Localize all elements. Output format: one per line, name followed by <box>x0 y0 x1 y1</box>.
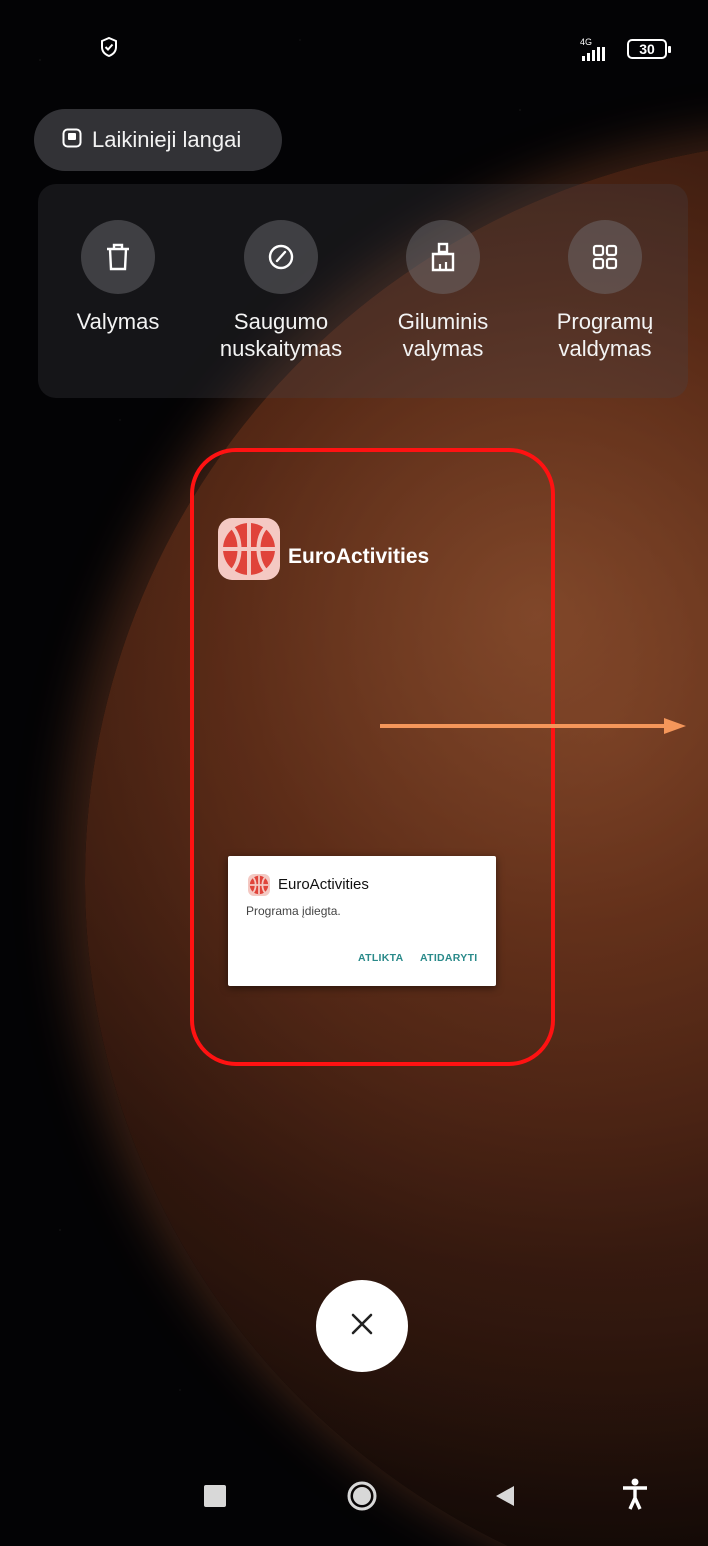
tool-app-manager[interactable]: Programų valdymas <box>530 220 680 362</box>
network-type: 4G <box>580 37 593 47</box>
tool-security-scan[interactable]: Saugumo nuskaitymas <box>206 220 356 362</box>
tool-label: Saugumo nuskaitymas <box>219 309 343 361</box>
shield-icon <box>100 36 118 62</box>
battery-level: 30 <box>639 41 655 57</box>
tool-label: Valymas <box>76 309 160 334</box>
close-all-button[interactable] <box>316 1280 408 1372</box>
trash-icon <box>81 220 155 294</box>
navigation-bar <box>0 1440 708 1546</box>
tool-label: Programų valdymas <box>556 309 654 361</box>
signal-icon: 4G <box>580 38 608 61</box>
quick-tools-panel: Valymas Saugumo nuskaitymas Giluminis va… <box>38 184 688 398</box>
recent-app-card[interactable]: EuroActivities EuroActivities Programa į… <box>190 448 555 1066</box>
brush-icon <box>406 220 480 294</box>
tool-deep-clean[interactable]: Giluminis valymas <box>368 220 518 362</box>
floating-windows-label: Laikinieji langai <box>92 127 242 152</box>
recents-button[interactable] <box>204 1485 226 1507</box>
tool-label: Giluminis valymas <box>397 309 489 361</box>
gauge-icon <box>244 220 318 294</box>
home-button[interactable] <box>346 1480 378 1512</box>
tool-cleaner[interactable]: Valymas <box>43 220 193 335</box>
highlight-outline <box>190 448 555 1066</box>
swipe-arrow <box>380 718 686 734</box>
close-icon <box>351 1313 373 1340</box>
floating-windows-button[interactable]: Laikinieji langai <box>34 109 282 171</box>
window-icon <box>62 128 82 153</box>
battery-icon: 30 <box>627 39 671 59</box>
grid-icon <box>568 220 642 294</box>
status-bar: 4G 30 <box>0 0 708 90</box>
accessibility-icon[interactable] <box>622 1478 648 1515</box>
back-button[interactable] <box>494 1484 516 1513</box>
